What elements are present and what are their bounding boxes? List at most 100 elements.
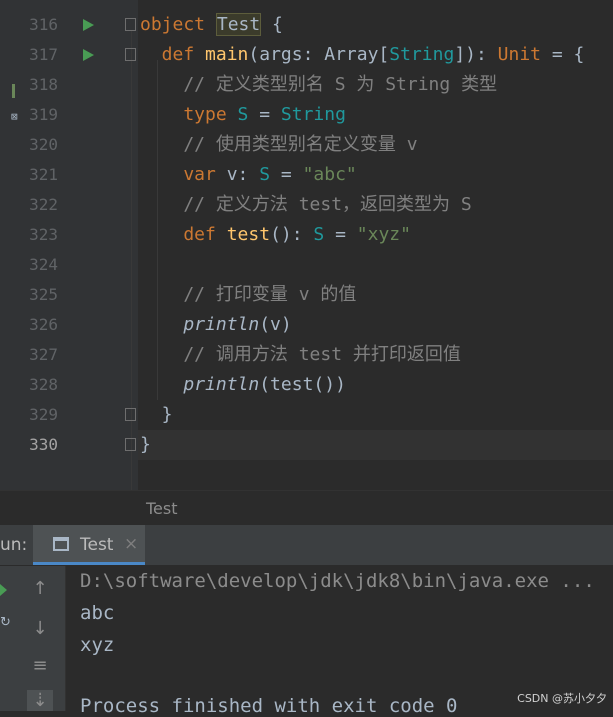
code-token: v: xyxy=(226,164,260,185)
code-text: println(test()) xyxy=(140,370,346,400)
code-text: def test(): S = "xyz" xyxy=(140,220,411,250)
run-gutter-icon[interactable] xyxy=(83,49,94,61)
code-token: (args: Array[ xyxy=(248,44,390,65)
run-tool-window-header: un: Test × xyxy=(0,525,613,566)
line-number: 322 xyxy=(29,195,58,214)
fold-icon[interactable] xyxy=(125,48,136,61)
code-token: println xyxy=(183,314,260,335)
run-tab-label: Test xyxy=(80,535,114,555)
scroll-up-icon[interactable]: ↑ xyxy=(27,578,53,599)
console-line-exit: Process finished with exit code 0 xyxy=(80,695,458,717)
code-line[interactable]: 321 var v: S = "abc" xyxy=(0,160,613,190)
code-token: } xyxy=(140,434,151,455)
code-line[interactable]: 320 // 使用类型别名定义变量 v xyxy=(0,130,613,160)
code-token: String xyxy=(280,104,346,125)
code-token: ]): xyxy=(454,44,498,65)
run-tab-test[interactable]: Test × xyxy=(33,525,145,565)
code-token: (test()) xyxy=(259,374,346,395)
code-text: type S = String xyxy=(140,100,346,130)
line-number: 329 xyxy=(29,405,58,424)
close-icon[interactable]: × xyxy=(124,534,138,554)
console-line-output: xyz xyxy=(80,634,115,656)
code-token: println xyxy=(183,374,260,395)
code-line[interactable]: 323 def test(): S = "xyz" xyxy=(0,220,613,250)
scroll-down-icon[interactable]: ↓ xyxy=(27,618,53,639)
console-icon xyxy=(53,537,69,551)
code-line[interactable]: 318 // 定义类型别名 S 为 String 类型 xyxy=(0,70,613,100)
code-text: var v: S = "abc" xyxy=(140,160,357,190)
code-line[interactable]: 328 println(test()) xyxy=(0,370,613,400)
code-token: = { xyxy=(541,44,585,65)
code-token: } xyxy=(140,404,173,425)
watermark: CSDN @苏小夕夕 xyxy=(517,692,607,705)
soft-wrap-icon[interactable]: ≡ xyxy=(27,655,53,676)
breadcrumb-item[interactable]: Test xyxy=(146,499,178,518)
wrench-icon[interactable]: ↻ xyxy=(0,615,11,630)
code-token: (v) xyxy=(259,314,292,335)
fold-icon[interactable] xyxy=(125,408,136,421)
code-token: "xyz" xyxy=(356,224,411,245)
code-line[interactable]: 322 // 定义方法 test，返回类型为 S xyxy=(0,190,613,220)
code-token: S xyxy=(313,224,325,245)
code-token: { xyxy=(261,14,283,35)
code-line[interactable]: 326 println(v) xyxy=(0,310,613,340)
code-line[interactable]: 317 def main(args: Array[String]): Unit … xyxy=(0,40,613,70)
scroll-to-end-icon[interactable]: ⇣ xyxy=(27,690,53,711)
code-line[interactable]: 327 // 调用方法 test 并打印返回值 xyxy=(0,340,613,370)
code-text: def main(args: Array[String]): Unit = { xyxy=(140,40,585,70)
console-line-path: D:\software\develop\jdk\jdk8\bin\java.ex… xyxy=(80,570,595,592)
fold-icon[interactable] xyxy=(125,18,136,31)
line-number: 319 xyxy=(29,105,58,124)
line-number: 320 xyxy=(29,135,58,154)
code-line[interactable]: 319 type S = String xyxy=(0,100,613,130)
line-number: 323 xyxy=(29,225,58,244)
code-token: Test xyxy=(215,13,262,36)
code-line[interactable]: 316 object Test { xyxy=(0,10,613,40)
console-line-output: abc xyxy=(80,602,115,624)
code-text: // 调用方法 test 并打印返回值 xyxy=(140,340,461,370)
code-token: test xyxy=(226,224,271,245)
code-text: // 打印变量 v 的值 xyxy=(140,280,356,310)
line-number: 328 xyxy=(29,375,58,394)
code-token: def xyxy=(140,224,227,245)
code-text: object Test { xyxy=(140,10,283,40)
code-token: S xyxy=(237,104,249,125)
code-token: = xyxy=(270,164,303,185)
code-token: // 定义方法 test，返回类型为 S xyxy=(140,194,472,215)
code-token: = xyxy=(248,104,281,125)
code-line[interactable]: 330} xyxy=(0,430,613,460)
line-number: 330 xyxy=(29,435,58,454)
code-text: // 使用类型别名定义变量 v xyxy=(140,130,417,160)
line-number: 324 xyxy=(29,255,58,274)
code-text: // 定义类型别名 S 为 String 类型 xyxy=(140,70,497,100)
code-token: // 定义类型别名 S 为 String 类型 xyxy=(140,74,498,95)
code-token: = xyxy=(324,224,357,245)
code-line[interactable]: 325 // 打印变量 v 的值 xyxy=(0,280,613,310)
code-token: var xyxy=(140,164,227,185)
line-number: 316 xyxy=(29,15,58,34)
code-token: main xyxy=(205,44,249,65)
code-token: String xyxy=(389,44,455,65)
code-token: // 调用方法 test 并打印返回值 xyxy=(140,344,461,365)
line-number: 325 xyxy=(29,285,58,304)
code-token: type xyxy=(140,104,238,125)
code-token: def xyxy=(140,44,206,65)
code-token: Unit xyxy=(497,44,542,65)
run-gutter-icon[interactable] xyxy=(83,19,94,31)
rerun-icon[interactable] xyxy=(0,584,7,596)
line-number: 326 xyxy=(29,315,58,334)
code-line[interactable]: 324 xyxy=(0,250,613,280)
code-text: println(v) xyxy=(140,310,292,340)
breadcrumb: Test xyxy=(0,490,613,526)
code-text: } xyxy=(140,400,173,430)
run-label: un: xyxy=(0,535,28,555)
line-number: 321 xyxy=(29,165,58,184)
code-token: S xyxy=(259,164,271,185)
code-line[interactable]: 329 } xyxy=(0,400,613,430)
code-token: // 打印变量 v 的值 xyxy=(140,284,357,305)
line-number: 317 xyxy=(29,45,58,64)
fold-icon[interactable] xyxy=(125,438,136,451)
code-token: "abc" xyxy=(302,164,357,185)
